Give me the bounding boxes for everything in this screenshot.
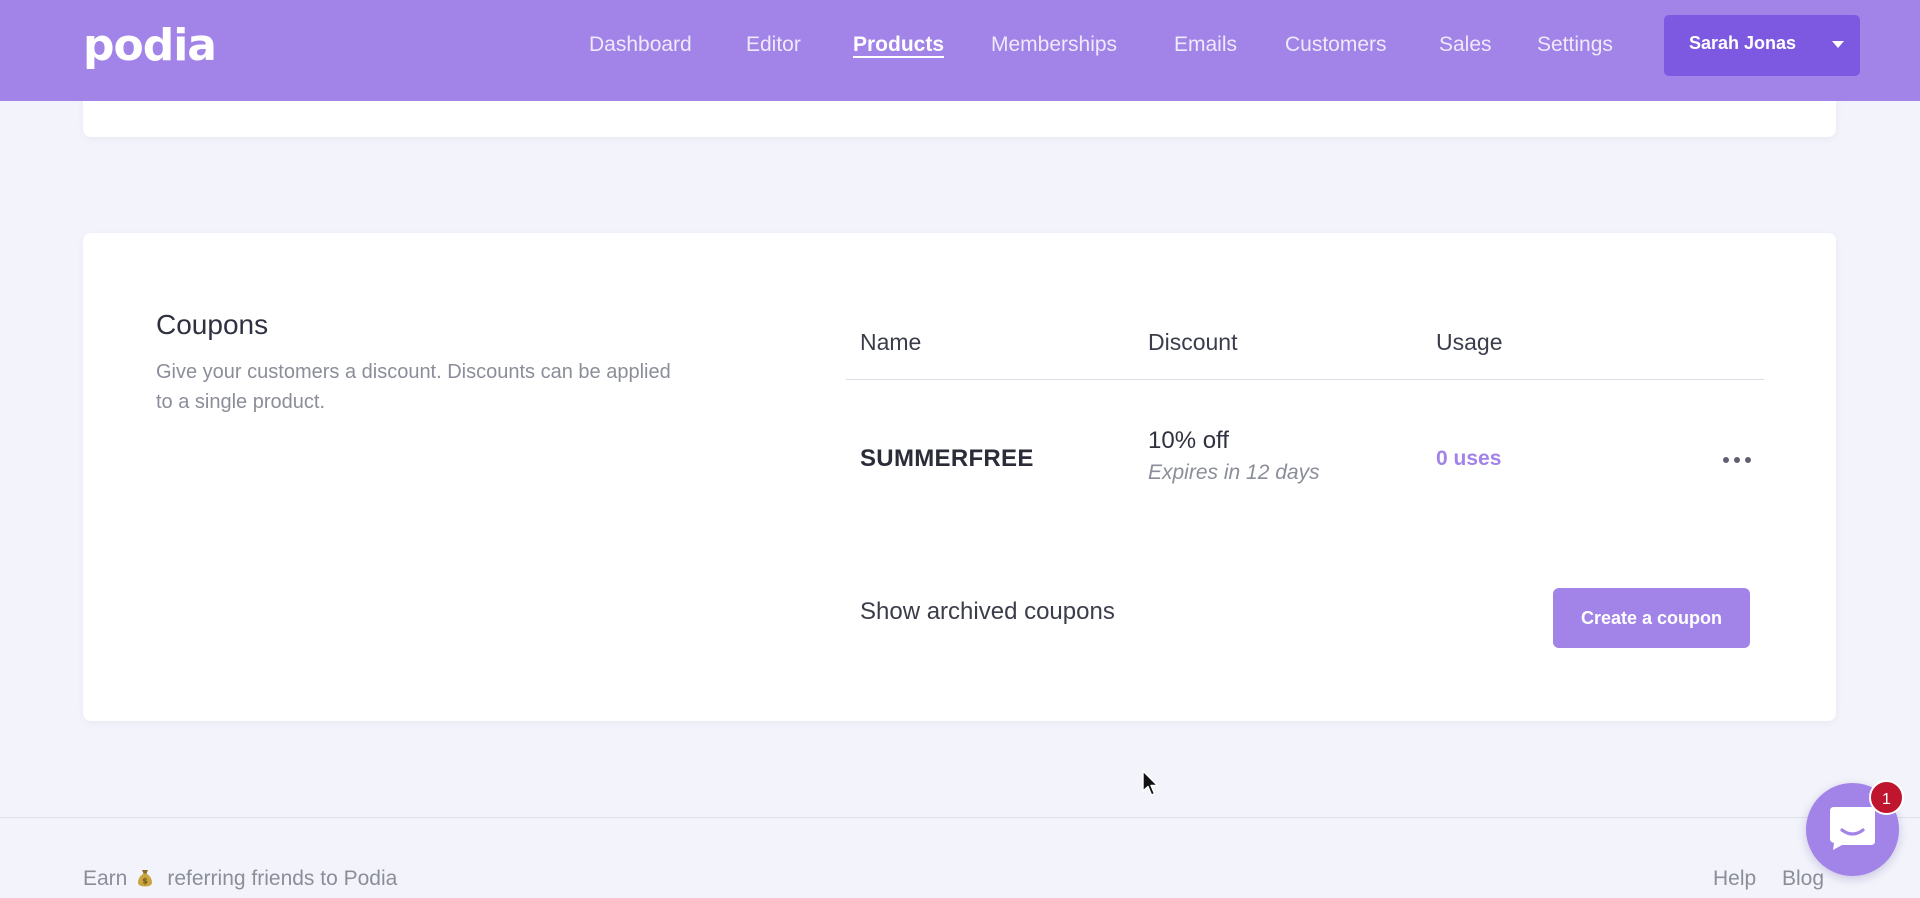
chat-icon [1830,807,1875,850]
column-header-discount: Discount [1148,329,1238,355]
nav-item-settings[interactable]: Settings [1537,30,1613,60]
create-coupon-button[interactable]: Create a coupon [1553,588,1750,648]
mouse-cursor-icon [1142,770,1159,796]
nav-item-customers[interactable]: Customers [1285,30,1387,60]
nav-item-dashboard[interactable]: Dashboard [589,30,692,60]
earn-suffix: referring friends to Podia [167,867,398,890]
nav-item-sales[interactable]: Sales [1439,30,1492,60]
coupon-name: SUMMERFREE [860,445,1034,472]
user-name: Sarah Jonas [1689,33,1797,53]
footer-divider [0,817,1920,818]
more-horizontal-icon[interactable] [1719,445,1755,473]
coupons-description: Give your customers a discount. Discount… [156,361,671,413]
coupon-usage-link[interactable]: 0 uses [1436,444,1501,474]
nav-item-editor[interactable]: Editor [746,30,801,60]
footer-blog-link[interactable]: Blog [1782,865,1824,893]
nav-item-products[interactable]: Products [853,30,944,60]
coupons-card: Coupons Give your customers a discount. … [83,233,1836,721]
user-menu-button[interactable]: Sarah Jonas [1664,15,1860,76]
coupons-title: Coupons [156,309,269,340]
show-archived-coupons-link[interactable]: Show archived coupons [860,597,1115,627]
nav-item-emails[interactable]: Emails [1174,30,1237,60]
top-navigation-bar: podia Dashboard Editor Products Membersh… [0,0,1920,101]
svg-text:$: $ [143,877,149,886]
earn-prefix: Earn [83,867,128,890]
nav-item-memberships[interactable]: Memberships [991,30,1117,60]
coupon-discount: 10% off [1148,427,1229,454]
money-bag-icon: $ [137,867,153,887]
footer-help-link[interactable]: Help [1713,865,1756,893]
main-nav: Dashboard Editor Products Memberships Em… [0,30,1920,60]
referral-link[interactable]: Earn $ referring friends to Podia [83,865,397,893]
column-header-usage: Usage [1436,329,1503,355]
column-header-name: Name [860,329,922,355]
chevron-down-icon [1832,41,1844,48]
table-header-divider [846,379,1764,380]
coupon-expiry: Expires in 12 days [1148,461,1320,484]
chat-unread-badge: 1 [1869,780,1904,815]
